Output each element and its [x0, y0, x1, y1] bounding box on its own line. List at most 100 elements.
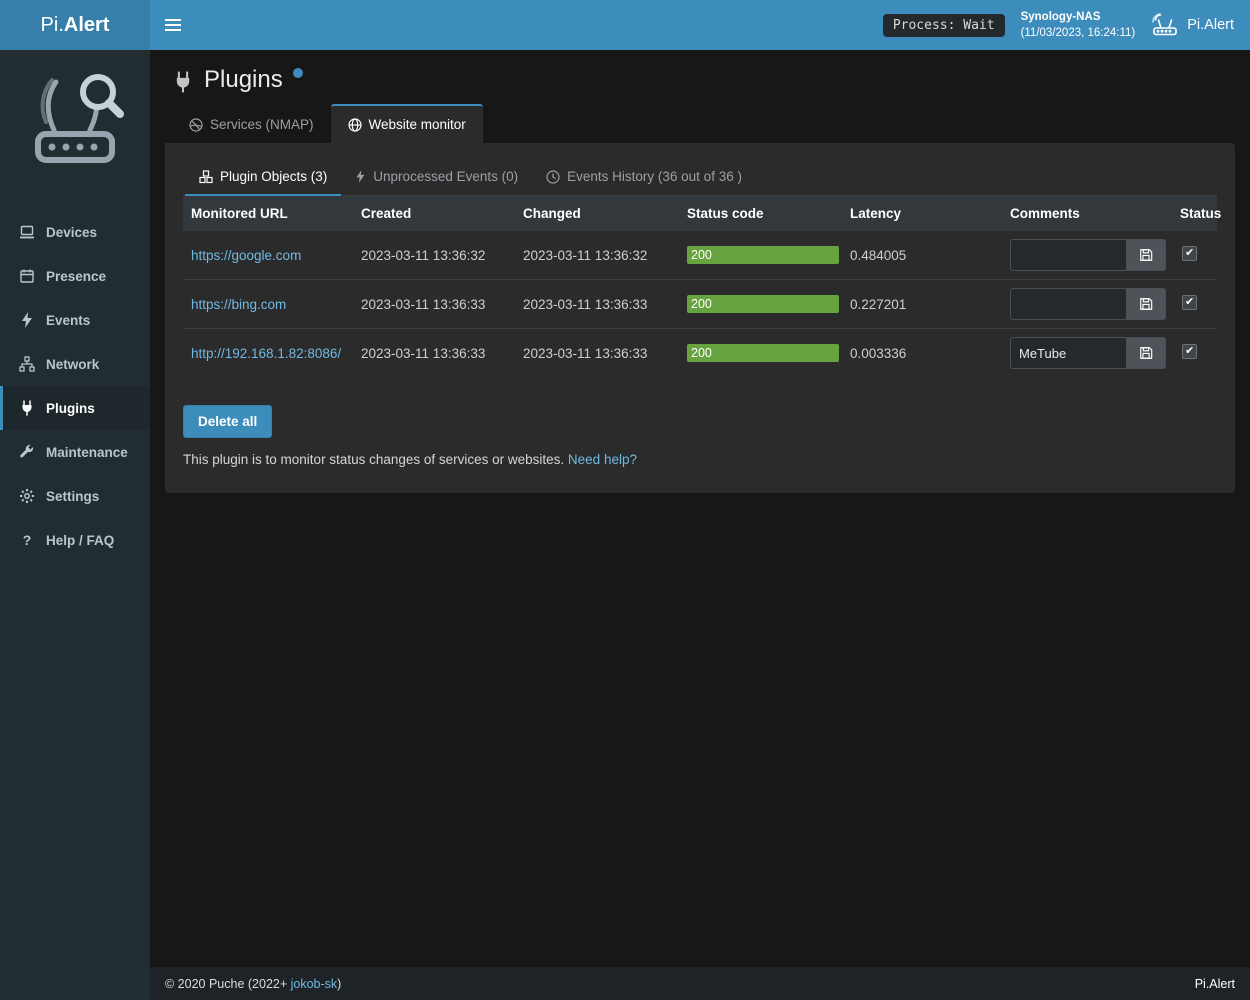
changed-cell: 2023-03-11 13:36:32: [515, 231, 679, 280]
created-cell: 2023-03-11 13:36:33: [353, 280, 515, 329]
monitored-url-link[interactable]: https://google.com: [191, 248, 301, 263]
wrench-icon: [18, 444, 36, 460]
monitored-url-link[interactable]: https://bing.com: [191, 297, 286, 312]
navbar-right: Process: Wait Synology-NAS (11/03/2023, …: [883, 9, 1250, 41]
tab-label: Plugin Objects (3): [220, 169, 327, 184]
plugin-objects-table: Monitored URL Created Changed Status cod…: [183, 196, 1217, 377]
sidebar-item-network[interactable]: Network: [0, 342, 150, 386]
brand-logo[interactable]: Pi.Alert: [0, 0, 150, 50]
sidebar-item-label: Maintenance: [46, 445, 128, 460]
save-comment-button[interactable]: [1126, 239, 1166, 271]
sidebar-item-plugins[interactable]: Plugins: [0, 386, 150, 430]
page-header: Plugins: [150, 50, 1250, 94]
plug-icon: [172, 71, 194, 93]
sidebar-item-label: Network: [46, 357, 99, 372]
sidebar-item-label: Presence: [46, 269, 106, 284]
jokob-sk-link[interactable]: jokob-sk: [291, 977, 338, 991]
tab-label: Events History (36 out of 36 ): [567, 169, 742, 184]
question-icon: ?: [18, 532, 36, 548]
delete-all-button[interactable]: Delete all: [183, 405, 272, 438]
created-cell: 2023-03-11 13:36:33: [353, 329, 515, 378]
sidebar-item-help-faq[interactable]: ? Help / FAQ: [0, 518, 150, 562]
status-checkbox[interactable]: [1182, 246, 1197, 261]
save-comment-button[interactable]: [1126, 337, 1166, 369]
tab-label: Website monitor: [369, 117, 466, 132]
plugins-help-badge[interactable]: [293, 68, 303, 78]
clock-icon: [546, 170, 560, 184]
plugin-description: This plugin is to monitor status changes…: [183, 452, 1217, 467]
comment-input[interactable]: [1010, 239, 1126, 271]
status-checkbox[interactable]: [1182, 344, 1197, 359]
laptop-icon: [18, 224, 36, 240]
gear-icon: [18, 488, 36, 504]
sidebar-item-settings[interactable]: Settings: [0, 474, 150, 518]
sidebar-item-presence[interactable]: Presence: [0, 254, 150, 298]
latency-cell: 0.484005: [842, 231, 1002, 280]
table-row: https://bing.com 2023-03-11 13:36:33 202…: [183, 280, 1217, 329]
col-header-comments: Comments: [1002, 196, 1172, 231]
plugin-inner-tabs: Plugin Objects (3) Unprocessed Events (0…: [183, 159, 1217, 196]
tab-unprocessed-events[interactable]: Unprocessed Events (0): [341, 159, 532, 196]
comment-input-group: [1010, 288, 1166, 320]
col-header-status-code: Status code: [679, 196, 842, 231]
bolt-icon: [18, 312, 36, 328]
cubes-icon: [199, 170, 213, 184]
col-header-changed: Changed: [515, 196, 679, 231]
page-title: Plugins: [204, 66, 283, 94]
sidebar-toggle-button[interactable]: [150, 0, 195, 50]
sidebar-item-label: Events: [46, 313, 90, 328]
sidebar-item-maintenance[interactable]: Maintenance: [0, 430, 150, 474]
navbar-app-block[interactable]: Pi.Alert: [1151, 13, 1234, 37]
status-checkbox[interactable]: [1182, 295, 1197, 310]
comment-input-group: [1010, 337, 1166, 369]
footer: © 2020 Puche (2022+ jokob-sk) Pi.Alert: [150, 967, 1250, 1000]
sidebar: Devices Presence Events Network Plugins …: [0, 50, 150, 1000]
tab-label: Unprocessed Events (0): [373, 169, 518, 184]
hamburger-icon: [165, 19, 181, 31]
brand-text-bold: Alert: [64, 14, 110, 37]
sitemap-icon: [18, 356, 36, 372]
need-help-link[interactable]: Need help?: [568, 452, 637, 467]
host-name: Synology-NAS: [1021, 9, 1136, 25]
sidebar-item-devices[interactable]: Devices: [0, 210, 150, 254]
tab-services-nmap[interactable]: Services (NMAP): [172, 104, 331, 143]
table-row: https://google.com 2023-03-11 13:36:32 2…: [183, 231, 1217, 280]
col-header-status: Status: [1172, 196, 1217, 231]
col-header-created: Created: [353, 196, 515, 231]
tab-website-monitor[interactable]: Website monitor: [331, 104, 483, 143]
status-code-bar: 200: [687, 344, 839, 362]
ball-icon: [189, 118, 203, 132]
tab-events-history[interactable]: Events History (36 out of 36 ): [532, 159, 756, 196]
comment-input[interactable]: [1010, 337, 1126, 369]
table-header-row: Monitored URL Created Changed Status cod…: [183, 196, 1217, 231]
navbar: Process: Wait Synology-NAS (11/03/2023, …: [150, 0, 1250, 50]
footer-brand: Pi.Alert: [1195, 977, 1235, 991]
footer-copyright-suffix: ): [337, 977, 341, 991]
table-row: http://192.168.1.82:8086/ 2023-03-11 13:…: [183, 329, 1217, 378]
sidebar-item-label: Plugins: [46, 401, 95, 416]
website-monitor-panel: Plugin Objects (3) Unprocessed Events (0…: [165, 143, 1235, 493]
col-header-latency: Latency: [842, 196, 1002, 231]
changed-cell: 2023-03-11 13:36:33: [515, 280, 679, 329]
router-icon: [1151, 13, 1179, 37]
calendar-icon: [18, 268, 36, 284]
latency-cell: 0.227201: [842, 280, 1002, 329]
save-comment-button[interactable]: [1126, 288, 1166, 320]
host-info: Synology-NAS (11/03/2023, 16:24:11): [1021, 9, 1136, 41]
monitored-url-link[interactable]: http://192.168.1.82:8086/: [191, 346, 341, 361]
sidebar-item-label: Settings: [46, 489, 99, 504]
footer-copyright-prefix: © 2020 Puche (2022+: [165, 977, 291, 991]
tab-label: Services (NMAP): [210, 117, 314, 132]
top-navbar: Pi.Alert Process: Wait Synology-NAS (11/…: [0, 0, 1250, 50]
tab-plugin-objects[interactable]: Plugin Objects (3): [185, 159, 341, 196]
sidebar-item-events[interactable]: Events: [0, 298, 150, 342]
sidebar-item-label: Help / FAQ: [46, 533, 114, 548]
navbar-app-name: Pi.Alert: [1187, 17, 1234, 33]
brand-text-light: Pi.: [41, 14, 64, 37]
status-code-bar: 200: [687, 246, 839, 264]
status-code-bar: 200: [687, 295, 839, 313]
changed-cell: 2023-03-11 13:36:33: [515, 329, 679, 378]
comment-input[interactable]: [1010, 288, 1126, 320]
bolt-icon: [355, 170, 366, 183]
footer-copyright: © 2020 Puche (2022+ jokob-sk): [165, 977, 341, 991]
